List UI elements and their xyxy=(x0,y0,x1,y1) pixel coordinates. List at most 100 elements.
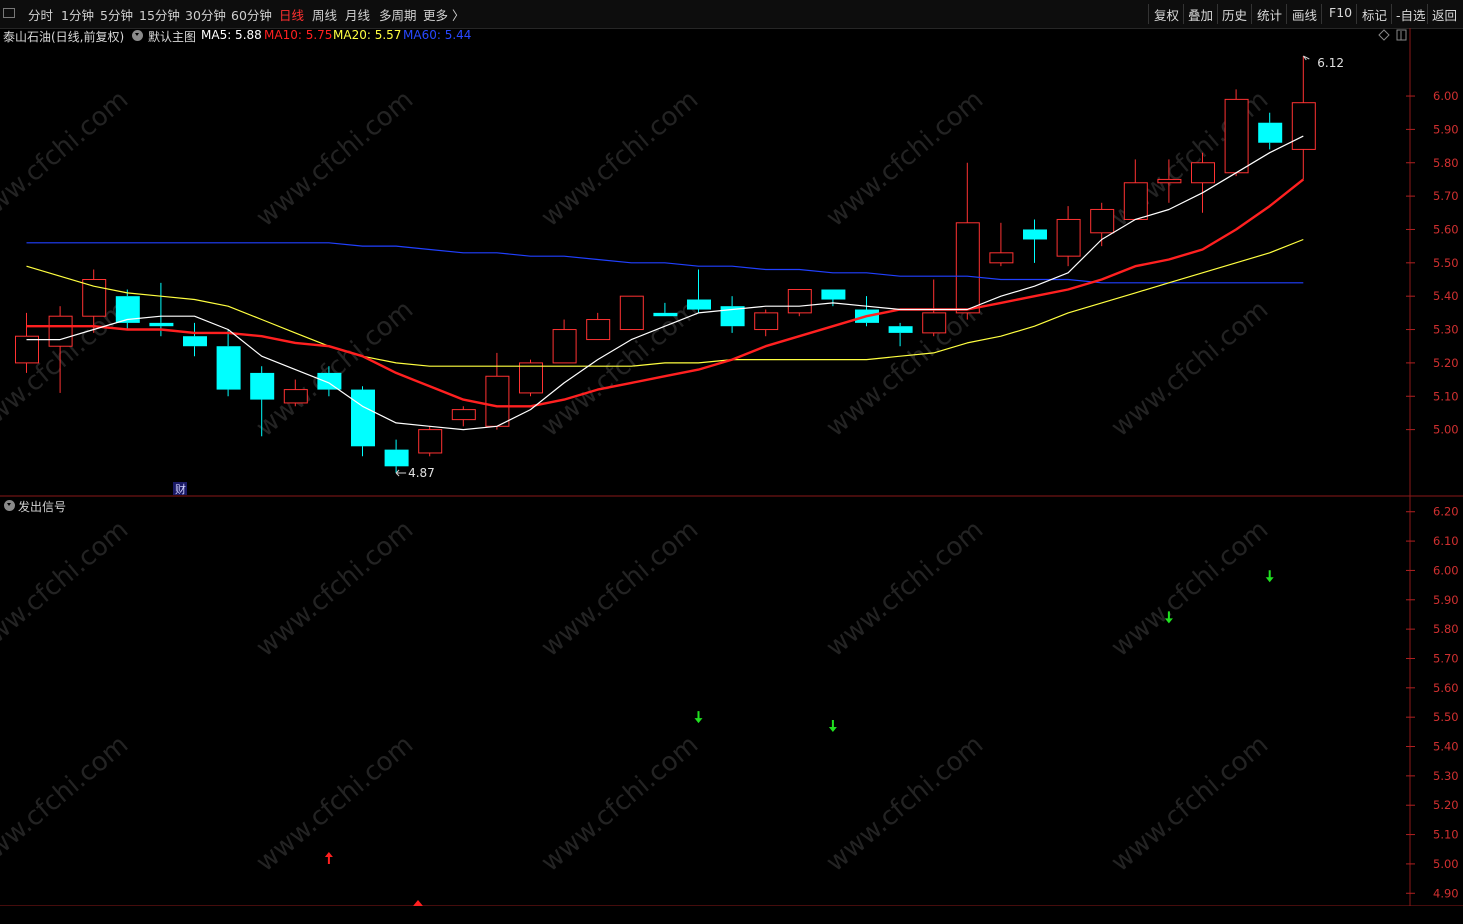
candles xyxy=(15,56,1316,473)
candle-body-down xyxy=(888,326,913,333)
low-price-label: 4.87 xyxy=(408,466,435,480)
indicator-dropdown-icon[interactable] xyxy=(4,500,15,511)
ma60-label: MA60: 5.44 xyxy=(403,28,472,42)
period-1min[interactable]: 1分钟 xyxy=(61,5,94,24)
ma5-line xyxy=(26,135,1304,431)
indicator-tick-label: 5.00 xyxy=(1433,857,1459,871)
diamond-icon xyxy=(1378,29,1390,41)
watermark-text: www.cfchi.com xyxy=(821,85,990,233)
candle-body-up xyxy=(1157,178,1182,184)
candle-body-down xyxy=(115,296,140,323)
draw-line-button[interactable]: 画线 xyxy=(1292,5,1317,24)
candle-body-up xyxy=(552,329,577,364)
indicator-tick-label: 6.20 xyxy=(1433,505,1459,519)
indicator-tick-label: 5.60 xyxy=(1433,681,1459,695)
candle-body-up xyxy=(1056,218,1081,257)
indicator-tick-label: 6.10 xyxy=(1433,534,1459,548)
kline-chart: www.cfchi.com www.cfchi.com www.cfchi.com w… xyxy=(0,28,1463,924)
candle-body-down xyxy=(687,299,711,310)
candle-body-up xyxy=(283,389,308,404)
candle-body-up xyxy=(485,375,510,427)
indicator-tick-label: 5.70 xyxy=(1433,651,1459,665)
candle-body-down xyxy=(149,322,174,327)
overlay-button[interactable]: 叠加 xyxy=(1188,5,1213,24)
template-dropdown-icon[interactable] xyxy=(132,30,143,41)
statistics-button[interactable]: 统计 xyxy=(1257,5,1282,24)
watermark-text: www.cfchi.com xyxy=(1106,295,1275,443)
candle-body-up xyxy=(1090,208,1115,234)
watermark-text: www.cfchi.com xyxy=(251,730,420,878)
watermark-layer: www.cfchi.com www.cfchi.com www.cfchi.com w… xyxy=(0,85,1274,878)
high-price-label: 6.12 xyxy=(1317,56,1344,70)
watermark-text: www.cfchi.com xyxy=(251,295,420,443)
candle-body-up xyxy=(989,252,1014,264)
indicator-title: 发出信号 xyxy=(18,500,67,514)
candle-body-down xyxy=(351,389,375,447)
candle-body-down xyxy=(1258,122,1283,143)
finance-badge xyxy=(173,482,187,495)
indicator-tick-label: 6.00 xyxy=(1433,563,1459,577)
sell-signal-arrow xyxy=(1265,570,1274,583)
ma20-label: MA20: 5.57 xyxy=(333,28,402,42)
candle-body-up xyxy=(1191,162,1215,184)
candle-body-up xyxy=(451,409,476,421)
stock-name: 泰山石油 xyxy=(3,30,52,44)
signal-arrows xyxy=(324,570,1274,906)
restore-rights-button[interactable]: 复权 xyxy=(1154,5,1179,24)
price-tick-label: 5.40 xyxy=(1433,289,1459,303)
period-60min[interactable]: 60分钟 xyxy=(231,5,272,24)
ma10-line xyxy=(26,178,1305,408)
period-fenshi[interactable]: 分时 xyxy=(28,5,53,24)
period-monthly[interactable]: 月线 xyxy=(345,5,370,24)
candle-body-down xyxy=(720,306,745,327)
period-multi[interactable]: 多周期 xyxy=(379,5,417,24)
candle-body-down xyxy=(855,309,879,323)
watermark-text: www.cfchi.com xyxy=(251,515,420,663)
sell-signal-arrow xyxy=(1164,611,1173,624)
adjust-mode: (日线,前复权) xyxy=(51,30,125,44)
watermark-text: www.cfchi.com xyxy=(821,295,990,443)
history-button[interactable]: 历史 xyxy=(1222,5,1247,24)
ma10-label: MA10: 5.75 xyxy=(264,28,333,42)
back-button[interactable]: 返回 xyxy=(1432,5,1457,24)
candle-body-down xyxy=(317,372,342,390)
watermark-text: www.cfchi.com xyxy=(536,730,705,878)
watermark-text: www.cfchi.com xyxy=(251,85,420,233)
price-tick-label: 5.80 xyxy=(1433,156,1459,170)
date-axis xyxy=(0,906,1463,924)
period-daily[interactable]: 日线 xyxy=(279,5,304,24)
price-tick-label: 5.30 xyxy=(1433,323,1459,337)
period-5min[interactable]: 5分钟 xyxy=(100,5,133,24)
indicator-tick-label: 4.90 xyxy=(1433,886,1459,900)
candle-body-down xyxy=(250,372,275,400)
watermark-text: www.cfchi.com xyxy=(0,515,134,663)
mark-button[interactable]: 标记 xyxy=(1362,5,1387,24)
candle-body-up xyxy=(1123,182,1148,220)
template-name[interactable]: 默认主图 xyxy=(148,28,196,45)
candle-body-up xyxy=(754,312,779,331)
candle-body-up xyxy=(922,312,947,334)
indicator-tick-label: 5.40 xyxy=(1433,740,1459,754)
price-tick-label: 6.00 xyxy=(1433,89,1459,103)
candle-body-up xyxy=(519,362,543,394)
candle-body-up xyxy=(586,319,611,341)
period-30min[interactable]: 30分钟 xyxy=(185,5,226,24)
indicator-tick-label: 5.90 xyxy=(1433,593,1459,607)
chart-decorations: 6.124.87财2022/10/14/五1112日线 xyxy=(15,29,1448,923)
watermark-text: www.cfchi.com xyxy=(536,295,705,443)
candle-body-down xyxy=(384,449,409,467)
f10-button[interactable]: F10 xyxy=(1329,5,1352,20)
menu-icon[interactable] xyxy=(3,8,15,18)
indicator-tick-label: 5.30 xyxy=(1433,769,1459,783)
low-marker-arrow xyxy=(395,469,407,477)
period-more[interactable]: 更多 〉 xyxy=(423,5,464,24)
grid-layer xyxy=(0,28,1463,924)
price-tick-label: 5.20 xyxy=(1433,356,1459,370)
period-weekly[interactable]: 周线 xyxy=(312,5,337,24)
add-watchlist-button[interactable]: -自选 xyxy=(1396,5,1426,24)
price-tick-label: 5.60 xyxy=(1433,222,1459,236)
window-toggle-icon xyxy=(1396,29,1407,41)
candle-body-down xyxy=(653,312,678,317)
candle-body-up xyxy=(15,335,39,364)
period-15min[interactable]: 15分钟 xyxy=(139,5,180,24)
